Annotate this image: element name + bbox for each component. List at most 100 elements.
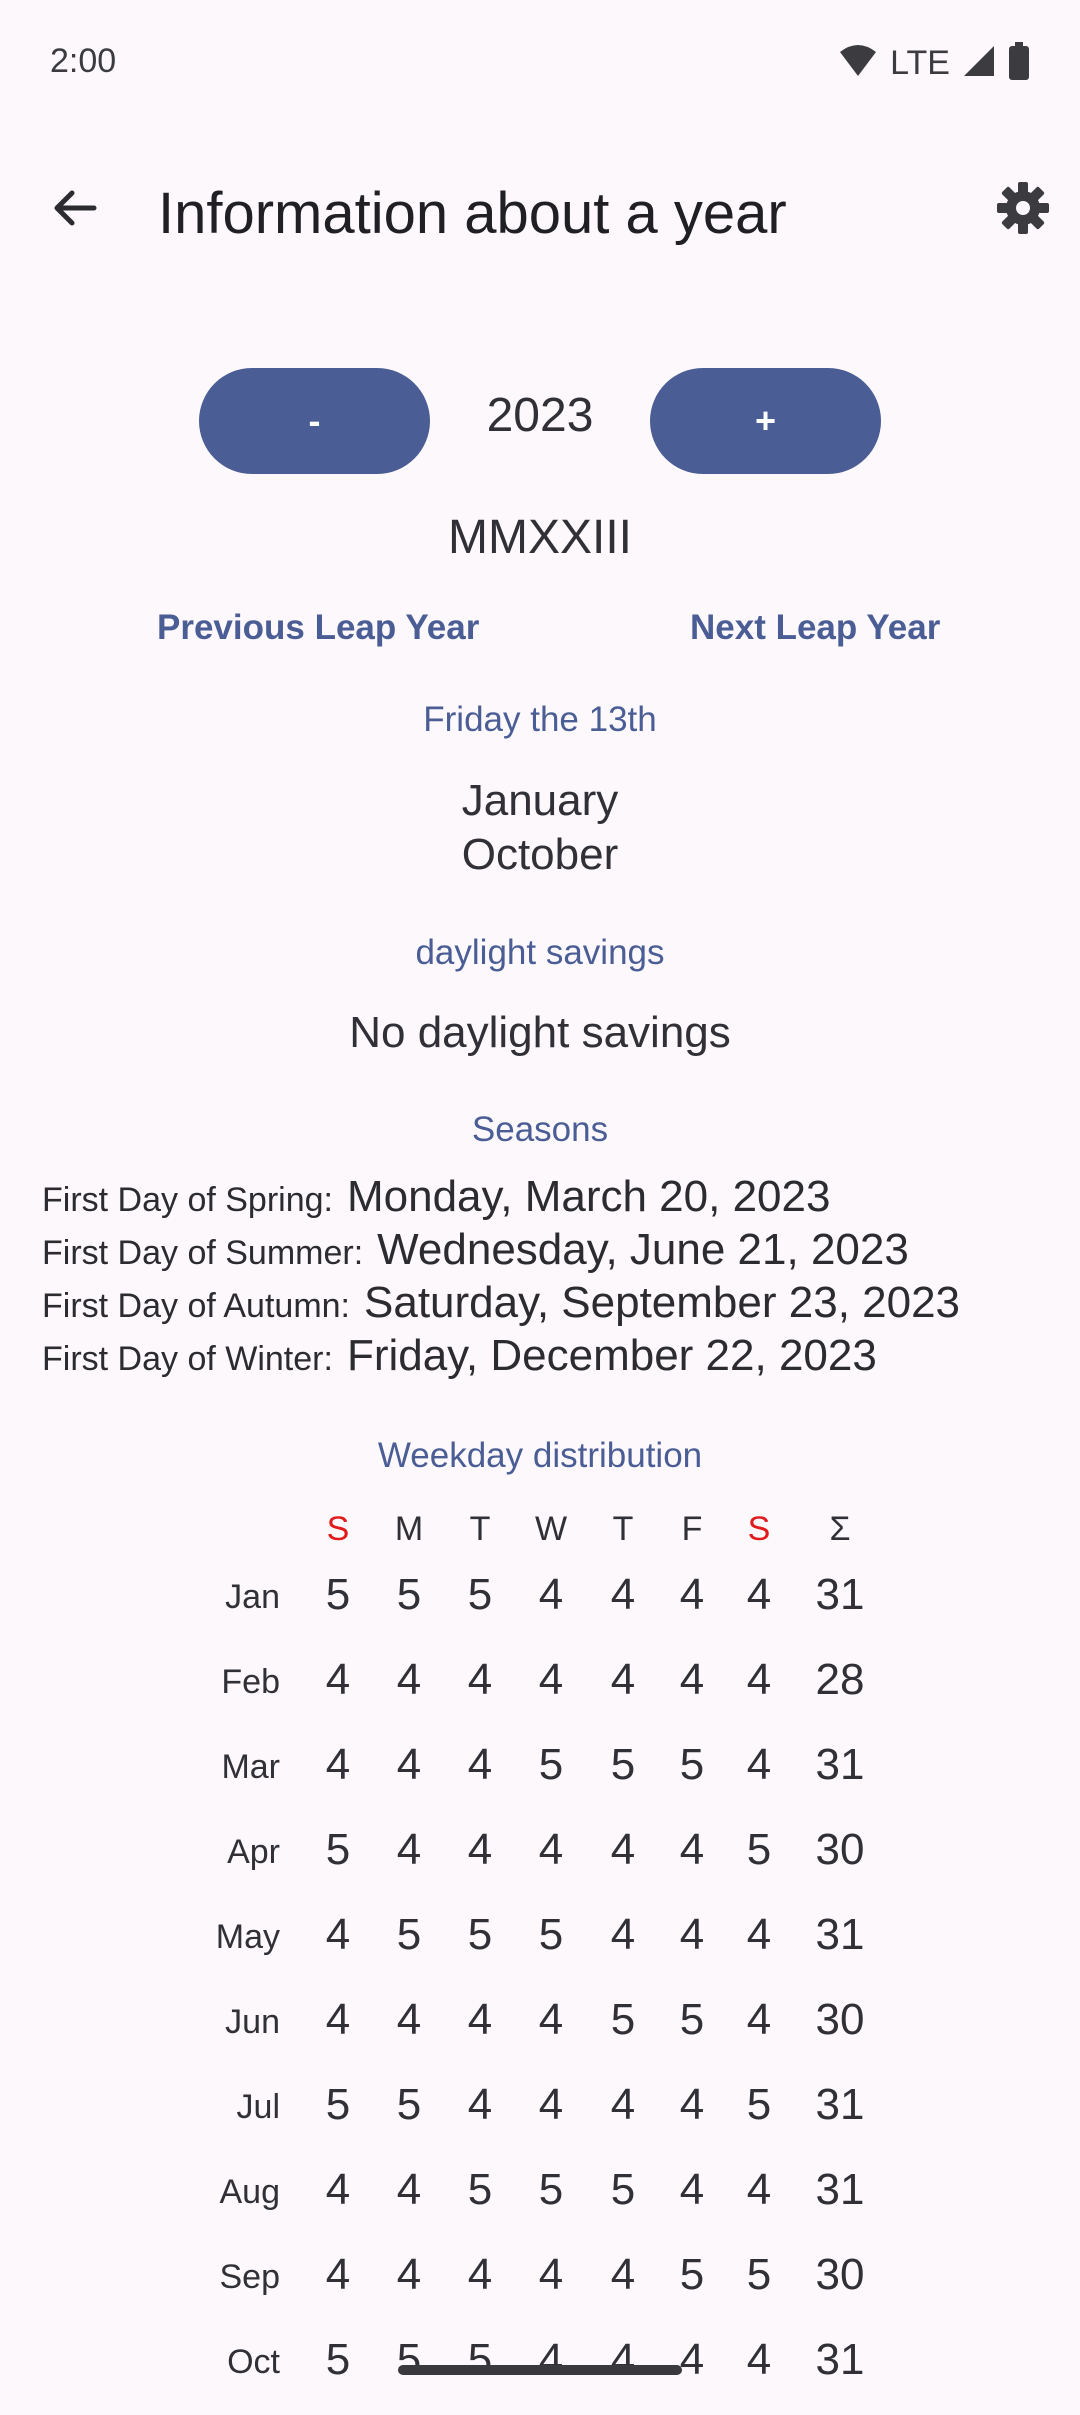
count-saturday: 4 bbox=[746, 1655, 772, 1704]
friday-13th-month: October bbox=[461, 830, 619, 879]
count-thursday: 4 bbox=[610, 1825, 636, 1874]
season-row-autumn: First Day of Autumn: Saturday, September … bbox=[42, 1278, 960, 1328]
count-friday: 4 bbox=[679, 2080, 705, 2129]
friday-13th-heading: Friday the 13th bbox=[423, 700, 657, 739]
count-total: 30 bbox=[815, 1825, 865, 1874]
count-friday: 4 bbox=[679, 2165, 705, 2214]
count-friday: 4 bbox=[679, 2335, 705, 2384]
count-total: 31 bbox=[815, 1740, 865, 1789]
month-label: Mar bbox=[221, 1748, 280, 1786]
season-label: First Day of Winter: bbox=[42, 1340, 333, 1378]
count-thursday: 5 bbox=[610, 1740, 636, 1789]
count-monday: 5 bbox=[396, 2080, 422, 2129]
count-tuesday: 4 bbox=[467, 1740, 493, 1789]
season-label: First Day of Summer: bbox=[42, 1234, 364, 1272]
settings-button[interactable] bbox=[988, 175, 1058, 245]
count-monday: 4 bbox=[396, 1655, 422, 1704]
count-wednesday: 4 bbox=[538, 2335, 564, 2384]
table-row: Aug 4 4 5 5 5 4 4 31 bbox=[0, 2165, 1080, 2245]
count-monday: 4 bbox=[396, 1740, 422, 1789]
table-row: Jun 4 4 4 4 5 5 4 30 bbox=[0, 1995, 1080, 2075]
table-row: May 4 5 5 5 4 4 4 31 bbox=[0, 1910, 1080, 1990]
count-saturday: 4 bbox=[746, 2165, 772, 2214]
count-total: 30 bbox=[815, 2250, 865, 2299]
count-saturday: 4 bbox=[746, 1995, 772, 2044]
season-date: Wednesday, June 21, 2023 bbox=[377, 1225, 909, 1274]
next-leap-year-link[interactable]: Next Leap Year bbox=[690, 608, 940, 648]
count-tuesday: 4 bbox=[467, 1655, 493, 1704]
table-row: Jul 5 5 4 4 4 4 5 31 bbox=[0, 2080, 1080, 2160]
month-label: May bbox=[215, 1918, 280, 1956]
network-type-label: LTE bbox=[890, 43, 950, 82]
count-wednesday: 4 bbox=[538, 2080, 564, 2129]
column-header-monday: M bbox=[394, 1510, 424, 1548]
friday-13th-month: January bbox=[461, 776, 619, 825]
daylight-savings-value: No daylight savings bbox=[349, 1008, 731, 1057]
count-wednesday: 5 bbox=[538, 1910, 564, 1959]
count-saturday: 5 bbox=[746, 1825, 772, 1874]
count-saturday: 4 bbox=[746, 1910, 772, 1959]
previous-leap-year-link[interactable]: Previous Leap Year bbox=[157, 608, 479, 648]
count-saturday: 4 bbox=[746, 1570, 772, 1619]
count-friday: 4 bbox=[679, 1910, 705, 1959]
count-wednesday: 4 bbox=[538, 1570, 564, 1619]
increment-year-button[interactable]: + bbox=[650, 368, 881, 474]
count-total: 31 bbox=[815, 2080, 865, 2129]
decrement-year-button[interactable]: - bbox=[199, 368, 430, 474]
table-row: Feb 4 4 4 4 4 4 4 28 bbox=[0, 1655, 1080, 1735]
count-wednesday: 5 bbox=[538, 1740, 564, 1789]
count-friday: 5 bbox=[679, 2250, 705, 2299]
table-row: Sep 4 4 4 4 4 5 5 30 bbox=[0, 2250, 1080, 2330]
count-monday: 5 bbox=[396, 1910, 422, 1959]
count-tuesday: 4 bbox=[467, 2080, 493, 2129]
count-thursday: 4 bbox=[610, 1910, 636, 1959]
count-tuesday: 5 bbox=[467, 1910, 493, 1959]
column-header-tuesday: T bbox=[469, 1510, 491, 1548]
count-thursday: 4 bbox=[610, 1655, 636, 1704]
count-thursday: 4 bbox=[610, 2335, 636, 2384]
table-row: Oct 5 5 5 4 4 4 4 31 bbox=[0, 2335, 1080, 2415]
page-title: Information about a year bbox=[158, 181, 787, 246]
gesture-home-bar[interactable] bbox=[398, 2365, 682, 2375]
month-label: Jul bbox=[236, 2088, 280, 2126]
daylight-savings-heading: daylight savings bbox=[415, 933, 665, 972]
column-header-wednesday: W bbox=[534, 1510, 568, 1548]
count-friday: 5 bbox=[679, 1740, 705, 1789]
count-sunday: 4 bbox=[325, 2165, 351, 2214]
count-sunday: 5 bbox=[325, 2080, 351, 2129]
count-total: 31 bbox=[815, 1910, 865, 1959]
count-tuesday: 5 bbox=[467, 1570, 493, 1619]
season-date: Saturday, September 23, 2023 bbox=[364, 1278, 961, 1327]
status-icons: LTE bbox=[838, 38, 1030, 88]
season-date: Monday, March 20, 2023 bbox=[346, 1172, 831, 1221]
count-friday: 5 bbox=[679, 1995, 705, 2044]
table-row: Apr 5 4 4 4 4 4 5 30 bbox=[0, 1825, 1080, 1905]
month-label: Aug bbox=[219, 2173, 281, 2211]
count-monday: 4 bbox=[396, 2250, 422, 2299]
top-app-bar: Information about a year bbox=[0, 150, 1080, 280]
count-saturday: 5 bbox=[746, 2080, 772, 2129]
count-thursday: 4 bbox=[610, 2250, 636, 2299]
column-header-sunday: S bbox=[326, 1510, 350, 1548]
count-monday: 4 bbox=[396, 2165, 422, 2214]
count-wednesday: 4 bbox=[538, 2250, 564, 2299]
count-saturday: 5 bbox=[746, 2250, 772, 2299]
month-label: Jun bbox=[225, 2003, 280, 2041]
season-row-summer: First Day of Summer: Wednesday, June 21, … bbox=[42, 1225, 909, 1275]
count-wednesday: 4 bbox=[538, 1655, 564, 1704]
count-sunday: 4 bbox=[325, 1740, 351, 1789]
count-monday: 5 bbox=[396, 2335, 422, 2384]
count-wednesday: 4 bbox=[538, 1825, 564, 1874]
count-thursday: 5 bbox=[610, 2165, 636, 2214]
count-sunday: 4 bbox=[325, 2250, 351, 2299]
season-label: First Day of Spring: bbox=[42, 1181, 333, 1219]
count-sunday: 5 bbox=[325, 1825, 351, 1874]
back-button[interactable] bbox=[40, 175, 110, 245]
count-wednesday: 5 bbox=[538, 2165, 564, 2214]
count-sunday: 5 bbox=[325, 1570, 351, 1619]
count-tuesday: 5 bbox=[467, 2335, 493, 2384]
month-label: Sep bbox=[219, 2258, 281, 2296]
count-saturday: 4 bbox=[746, 1740, 772, 1789]
count-tuesday: 4 bbox=[467, 2250, 493, 2299]
count-monday: 5 bbox=[396, 1570, 422, 1619]
